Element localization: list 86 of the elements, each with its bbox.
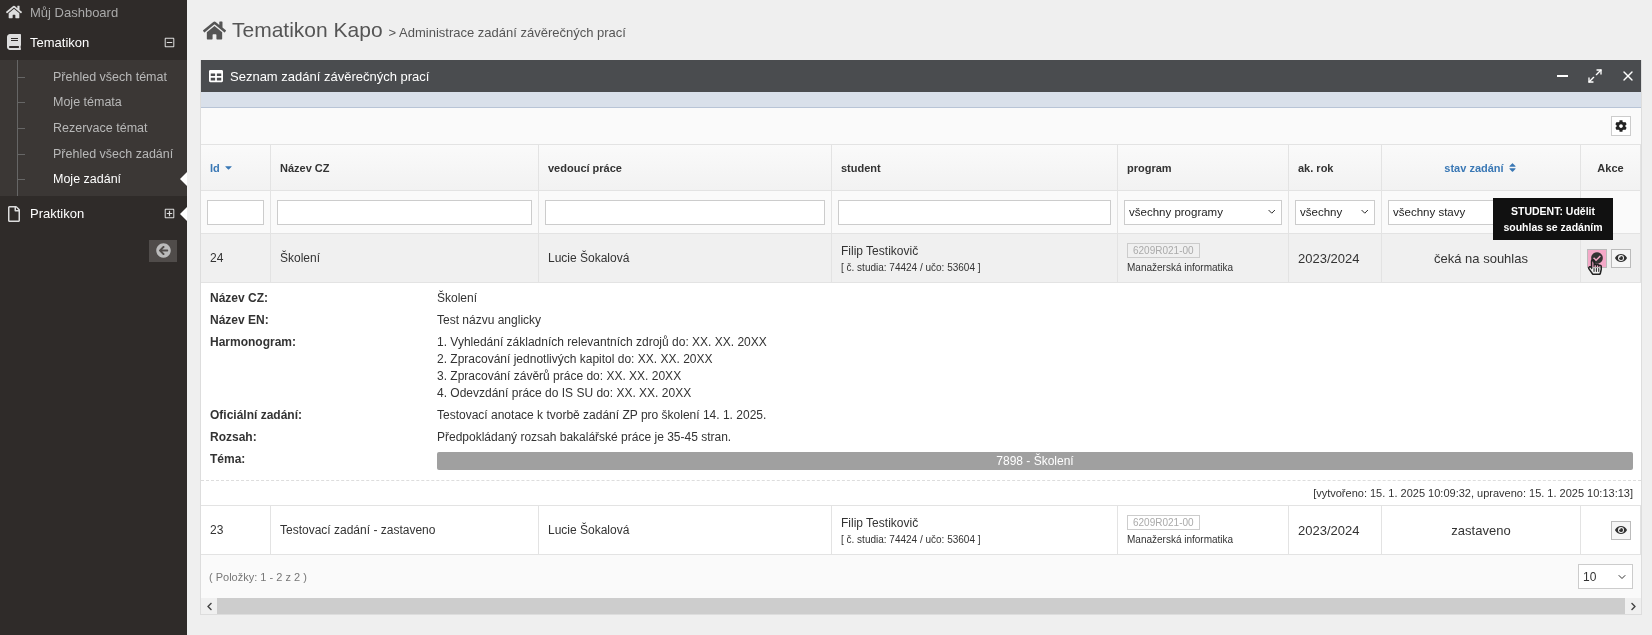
submenu-item[interactable]: Přehled všech zadání bbox=[53, 146, 174, 161]
horizontal-scrollbar[interactable] bbox=[201, 598, 1641, 614]
column-header: vedoucí práce bbox=[539, 144, 832, 190]
page-size-dropdown[interactable]: 10 bbox=[1578, 564, 1633, 589]
column-header[interactable]: Id bbox=[201, 144, 271, 190]
detail-value: 3. Zpracování závěrů práce do: XX. XX. 20XX bbox=[437, 369, 683, 383]
column-header: program bbox=[1118, 144, 1289, 190]
detail-value: 1. Vyhledání základních relevantních zdrojů do: XX. XX. 20XX bbox=[437, 335, 768, 349]
home-icon bbox=[203, 18, 226, 42]
arrow-left-icon bbox=[155, 243, 171, 259]
table-cell: 2023/2024 bbox=[1298, 250, 1360, 266]
timestamps: [vytvořeno: 15. 1. 2025 10:09:32, upraveno: 15. 1. 2025 10:13:13] bbox=[1312, 486, 1633, 501]
column-header: Název CZ bbox=[271, 144, 539, 190]
program-name: Manažerská informatika bbox=[1127, 534, 1234, 545]
filter-dropdown[interactable]: všechny programy bbox=[1124, 199, 1282, 225]
table-cell: Lucie Šokalová bbox=[548, 523, 630, 537]
detail-value: Test názvu anglicky bbox=[437, 313, 543, 327]
detail-label: Název CZ: bbox=[210, 291, 269, 305]
submenu-item[interactable]: Rezervace témat bbox=[53, 121, 148, 135]
student-ids: [ č. studia: 74424 / učo: 53604 ] bbox=[841, 261, 981, 273]
column-header: student bbox=[832, 144, 1118, 190]
student-name: Filip Testikovič bbox=[841, 515, 919, 530]
detail-label: Název EN: bbox=[210, 313, 270, 327]
column-header: Akce bbox=[1581, 144, 1641, 190]
table-cell: Školení bbox=[280, 251, 321, 265]
row-id-cell[interactable]: 23 bbox=[201, 505, 271, 554]
table-cell: Lucie Šokalová bbox=[548, 251, 630, 265]
detail-value: 2. Zpracování jednotlivých kapitol do: XX. XX. 20XX bbox=[437, 352, 714, 366]
submenu-item[interactable]: Moje témata bbox=[53, 95, 122, 110]
maximize-icon bbox=[1587, 68, 1603, 84]
detail-value: Školení bbox=[437, 291, 479, 305]
detail-value: Předpokládaný rozsah bakalářské práce je 35-45 stran. bbox=[437, 430, 733, 444]
student-name: Filip Testikovič bbox=[841, 243, 919, 258]
column-header[interactable]: stav zadání bbox=[1382, 144, 1581, 190]
program-code: 6209R021-00 bbox=[1127, 515, 1200, 530]
view-button[interactable] bbox=[1611, 248, 1631, 268]
column-header: ak. rok bbox=[1289, 144, 1382, 190]
sidebar-item[interactable]: Praktikon bbox=[30, 206, 156, 222]
detail-value: 4. Odevzdání práce do IS SU do: XX. XX. 20XX bbox=[437, 386, 693, 400]
table-cell: Testovací zadání - zastaveno bbox=[280, 523, 436, 537]
filter-field[interactable] bbox=[277, 199, 532, 225]
file-icon bbox=[6, 205, 22, 222]
collapse-icon[interactable] bbox=[164, 36, 175, 48]
eye-icon bbox=[1615, 252, 1627, 264]
page-title: Tematikon Kapo bbox=[232, 18, 383, 42]
detail-label: Téma: bbox=[210, 452, 247, 468]
minimize-icon bbox=[1556, 75, 1568, 77]
table-cell: čeká na souhlas bbox=[1434, 250, 1528, 266]
filter-field[interactable] bbox=[207, 199, 264, 225]
active-pointer bbox=[180, 206, 187, 221]
pagination-info: ( Položky: 1 - 2 z 2 ) bbox=[209, 570, 307, 583]
expand-icon[interactable] bbox=[164, 208, 175, 220]
row-id-cell[interactable]: 24 bbox=[201, 233, 271, 282]
table-cell: 2023/2024 bbox=[1298, 522, 1360, 538]
sort-icon bbox=[1506, 162, 1518, 173]
settings-button[interactable] bbox=[1611, 116, 1631, 136]
table-cell: zastaveno bbox=[1451, 522, 1511, 538]
home-icon bbox=[6, 4, 22, 20]
active-pointer bbox=[180, 172, 187, 187]
scroll-right-icon[interactable] bbox=[1625, 598, 1641, 614]
student-ids: [ č. studia: 74424 / učo: 53604 ] bbox=[841, 533, 981, 545]
detail-value: Testovací anotace k tvorbě zadání ZP pro školení 14. 1. 2025. bbox=[437, 408, 768, 422]
detail-label: Oficiální zadání: bbox=[210, 408, 303, 422]
book-icon bbox=[6, 34, 22, 50]
sidebar-item[interactable]: Můj Dashboard bbox=[30, 4, 175, 20]
program-name: Manažerská informatika bbox=[1127, 262, 1234, 273]
topic-bar: 7898 - Školení bbox=[437, 452, 1633, 470]
eye-icon bbox=[1615, 524, 1627, 536]
panel-title: Seznam zadání závěrečných prací bbox=[230, 68, 431, 84]
filter-field[interactable] bbox=[838, 199, 1111, 225]
breadcrumb: > Administrace zadání závěrečných prací bbox=[388, 24, 626, 40]
filter-field[interactable] bbox=[545, 199, 825, 225]
submenu-item[interactable]: Přehled všech témat bbox=[53, 69, 167, 84]
hand-pointer-icon bbox=[1587, 258, 1603, 275]
detail-label: Harmonogram: bbox=[210, 335, 297, 351]
scroll-left-icon[interactable] bbox=[201, 598, 217, 614]
tooltip: STUDENT: Udělit souhlas se zadáním bbox=[1493, 197, 1613, 240]
view-button[interactable] bbox=[1611, 520, 1631, 540]
settings-icon bbox=[1615, 120, 1627, 132]
detail-label: Rozsah: bbox=[210, 430, 258, 444]
table-icon bbox=[209, 69, 223, 83]
collapse-sidebar-button[interactable] bbox=[149, 239, 177, 262]
program-code: 6209R021-00 bbox=[1127, 243, 1200, 258]
sidebar-item[interactable]: Tematikon bbox=[30, 34, 156, 50]
filter-dropdown[interactable]: všechny bbox=[1295, 199, 1375, 225]
submenu-item[interactable]: Moje zadání bbox=[53, 172, 122, 187]
